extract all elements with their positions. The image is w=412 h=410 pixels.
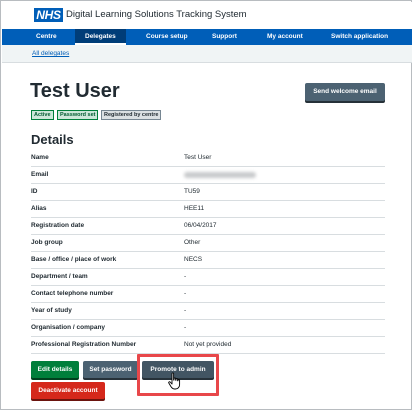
- deactivate-account-button[interactable]: Deactivate account: [31, 382, 105, 399]
- detail-row-registration-date: Registration date 06/04/2017: [31, 218, 385, 235]
- page-title: Test User: [30, 80, 120, 102]
- nav-item-my-account[interactable]: My account: [267, 29, 303, 45]
- detail-row-base: Base / office / place of work NECS: [31, 252, 385, 269]
- details-heading: Details: [31, 132, 74, 147]
- detail-value: -: [184, 324, 187, 331]
- detail-label: Organisation / company: [31, 324, 106, 331]
- detail-row-year-of-study: Year of study -: [31, 303, 385, 320]
- nav-item-delegates[interactable]: Delegates: [75, 29, 126, 45]
- detail-label: Base / office / place of work: [31, 256, 117, 263]
- detail-row-email: Email: [31, 167, 385, 184]
- header: NHS Digital Learning Solutions Tracking …: [2, 2, 412, 29]
- detail-label: Email: [31, 171, 49, 178]
- detail-value: -: [184, 273, 187, 280]
- detail-value: Not yet provided: [184, 341, 232, 348]
- edit-details-button[interactable]: Edit details: [31, 361, 79, 378]
- detail-label: Professional Registration Number: [31, 341, 137, 348]
- app-title: Digital Learning Solutions Tracking Syst…: [66, 9, 247, 20]
- set-password-button[interactable]: Set password: [83, 361, 138, 378]
- nhs-logo[interactable]: NHS: [34, 8, 63, 22]
- detail-label: Alias: [31, 205, 47, 212]
- detail-value: -: [184, 307, 187, 314]
- detail-row-name: Name Test User: [31, 150, 385, 167]
- detail-row-contact-telephone: Contact telephone number -: [31, 286, 385, 303]
- detail-value: NECS: [184, 256, 203, 263]
- status-badge-active: Active: [31, 110, 54, 120]
- detail-value: 06/04/2017: [184, 222, 217, 229]
- detail-row-department: Department / team -: [31, 269, 385, 286]
- detail-row-organisation: Organisation / company -: [31, 320, 385, 337]
- detail-value: Test User: [184, 154, 212, 161]
- app-window: NHS Digital Learning Solutions Tracking …: [0, 0, 412, 410]
- detail-label: Department / team: [31, 273, 88, 280]
- detail-label: Registration date: [31, 222, 85, 229]
- detail-value: TU59: [184, 188, 200, 195]
- detail-value: Other: [184, 239, 201, 246]
- nav-item-course-setup[interactable]: Course setup: [146, 29, 188, 45]
- detail-row-id: ID TU59: [31, 184, 385, 201]
- breadcrumb: All delegates: [2, 45, 412, 63]
- nav-item-support[interactable]: Support: [212, 29, 237, 45]
- detail-value: -: [184, 290, 187, 297]
- detail-row-alias: Alias HEE11: [31, 201, 385, 218]
- detail-row-professional-registration: Professional Registration Number Not yet…: [31, 337, 385, 354]
- detail-label: Job group: [31, 239, 63, 246]
- redacted-email-value: [184, 172, 256, 178]
- send-welcome-email-button[interactable]: Send welcome email: [305, 83, 385, 101]
- status-badge-registered-by-centre: Registered by centre: [101, 110, 162, 120]
- hand-pointer-cursor-icon: [168, 372, 181, 390]
- detail-label: Name: [31, 154, 49, 161]
- status-badge-password-set: Password set: [57, 110, 99, 120]
- detail-value: HEE11: [184, 205, 205, 212]
- detail-label: ID: [31, 188, 38, 195]
- detail-row-job-group: Job group Other: [31, 235, 385, 252]
- detail-label: Year of study: [31, 307, 72, 314]
- nav-item-centre[interactable]: Centre: [36, 29, 57, 45]
- main-navigation: Centre Delegates Course setup Support My…: [2, 29, 412, 45]
- breadcrumb-all-delegates-link[interactable]: All delegates: [32, 50, 69, 57]
- detail-label: Contact telephone number: [31, 290, 114, 297]
- nav-item-switch-application[interactable]: Switch application: [331, 29, 388, 45]
